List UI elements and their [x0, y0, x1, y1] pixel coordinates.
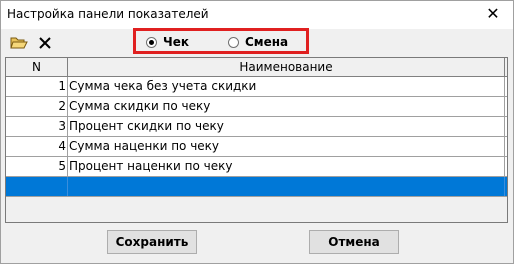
row-name: Сумма скидки по чеку — [68, 97, 505, 116]
title-bar: Настройка панели показателей ✕ — [1, 1, 513, 29]
row-name: Процент наценки по чеку — [68, 157, 505, 176]
row-number — [6, 177, 68, 196]
close-icon[interactable]: ✕ — [483, 4, 503, 24]
table-row-selected[interactable] — [6, 177, 507, 197]
row-number: 5 — [6, 157, 68, 176]
delete-x-icon[interactable] — [35, 33, 55, 53]
radio-check-label: Чек — [163, 35, 189, 49]
row-number: 1 — [6, 77, 68, 96]
row-name: Сумма наценки по чеку — [68, 137, 505, 156]
toolbar — [7, 31, 67, 55]
window-title: Настройка панели показателей — [7, 7, 209, 21]
folder-open-icon[interactable] — [9, 33, 29, 53]
radio-check-dot[interactable] — [146, 36, 157, 48]
row-number: 2 — [6, 97, 68, 116]
row-number: 3 — [6, 117, 68, 136]
radio-check[interactable]: Чек — [146, 35, 189, 49]
radio-shift[interactable]: Смена — [228, 35, 288, 49]
radio-shift-dot[interactable] — [228, 36, 239, 48]
row-name: Сумма чека без учета скидки — [68, 77, 505, 96]
dialog-window: Настройка панели показателей ✕ Чек Смена… — [0, 0, 514, 264]
column-header-n[interactable]: N — [6, 58, 68, 76]
table-row[interactable]: 3 Процент скидки по чеку — [6, 117, 507, 137]
column-header-name[interactable]: Наименование — [68, 58, 505, 76]
cancel-button[interactable]: Отмена — [309, 230, 399, 254]
mode-selector-highlight: Чек Смена — [133, 28, 309, 54]
row-number: 4 — [6, 137, 68, 156]
grid-header: N Наименование — [6, 58, 507, 77]
row-name — [68, 177, 505, 196]
table-row[interactable]: 4 Сумма наценки по чеку — [6, 137, 507, 157]
save-button[interactable]: Сохранить — [107, 230, 197, 254]
table-row[interactable]: 2 Сумма скидки по чеку — [6, 97, 507, 117]
radio-shift-label: Смена — [245, 35, 289, 49]
indicators-grid[interactable]: N Наименование 1 Сумма чека без учета ск… — [5, 57, 508, 223]
table-row[interactable]: 1 Сумма чека без учета скидки — [6, 77, 507, 97]
table-row[interactable]: 5 Процент наценки по чеку — [6, 157, 507, 177]
row-name: Процент скидки по чеку — [68, 117, 505, 136]
